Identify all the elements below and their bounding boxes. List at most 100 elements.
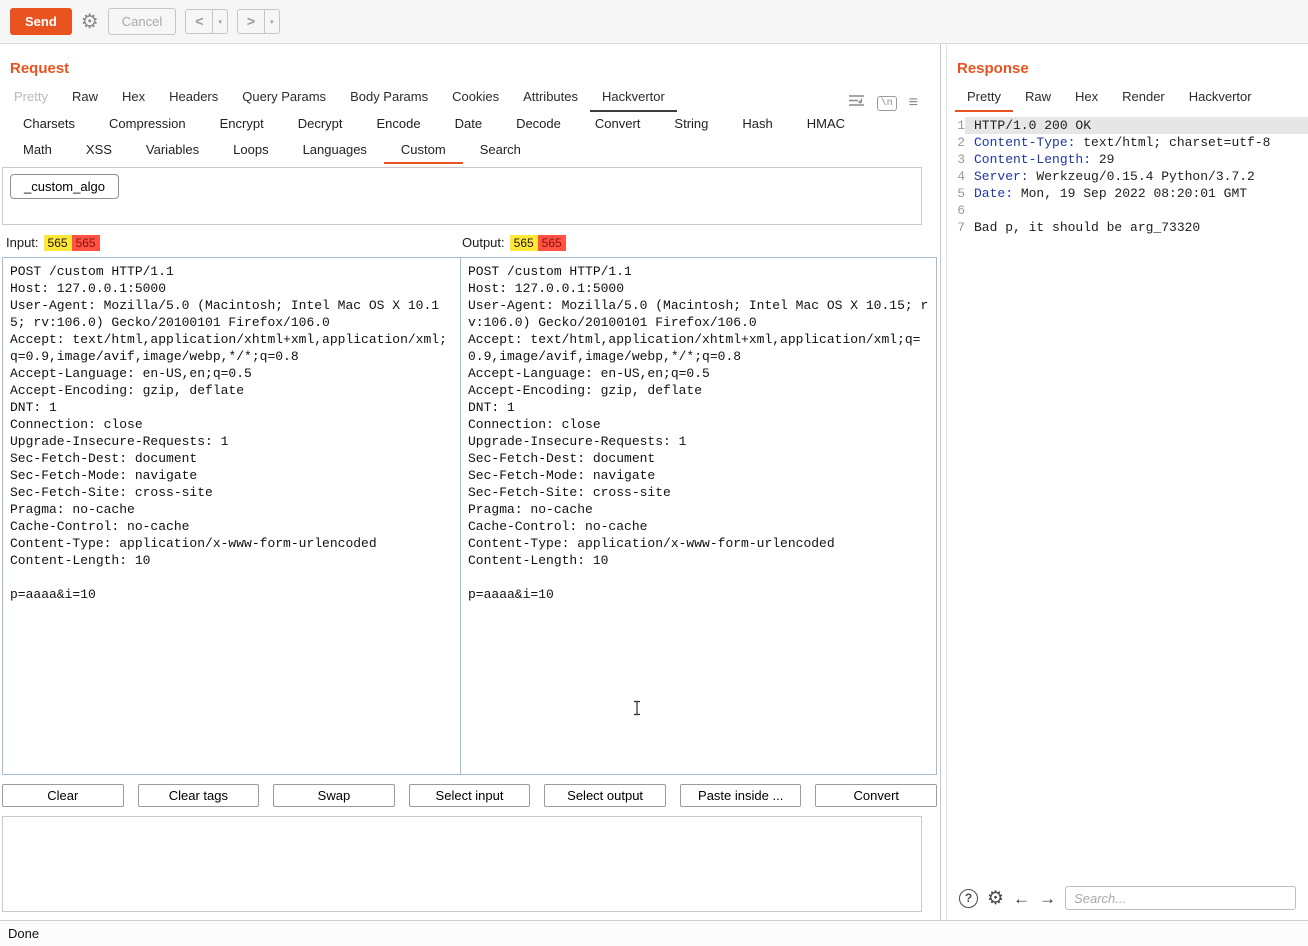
request-tab-attributes[interactable]: Attributes [511,85,590,112]
history-back-dropdown-icon[interactable]: ▾ [213,9,228,34]
hackvertor-input-editor[interactable]: POST /custom HTTP/1.1 Host: 127.0.0.1:50… [2,257,461,775]
response-tab-hackvertor[interactable]: Hackvertor [1177,85,1264,112]
hackvertor-output-editor[interactable]: POST /custom HTTP/1.1 Host: 127.0.0.1:50… [461,257,937,775]
history-forward-group: > ▾ [237,9,280,34]
count-badge-yellow: 565 [510,235,538,251]
response-line: 2Content-Type: text/html; charset=utf-8 [947,134,1308,151]
category-tab-encode[interactable]: Encode [360,112,438,138]
history-back-button[interactable]: < [185,9,213,34]
count-badge-yellow: 565 [44,235,72,251]
category-tab-custom[interactable]: Custom [384,138,463,164]
response-settings-gear-icon[interactable]: ⚙ [987,889,1004,908]
category-tab-loops[interactable]: Loops [216,138,285,164]
category-tab-math[interactable]: Math [6,138,69,164]
soft-wrap-icon[interactable] [848,94,865,112]
io-editors: POST /custom HTTP/1.1 Host: 127.0.0.1:50… [2,257,937,775]
custom-tags-panel: _custom_algo [2,167,922,225]
search-next-icon[interactable]: → [1039,890,1056,907]
input-label-group: Input: 565565 [6,235,462,250]
category-tab-decrypt[interactable]: Decrypt [281,112,360,138]
category-tab-hash[interactable]: Hash [725,112,789,138]
category-tab-charsets[interactable]: Charsets [6,112,92,138]
line-number: 7 [947,219,965,236]
response-line: 4Server: Werkzeug/0.15.4 Python/3.7.2 [947,168,1308,185]
line-number: 2 [947,134,965,151]
burp-repeater-window: Send ⚙ Cancel < ▾ > ▾ Request PrettyRawH… [0,0,1308,946]
category-tab-string[interactable]: String [657,112,725,138]
request-tab-raw[interactable]: Raw [60,85,110,112]
count-badge-red: 565 [538,235,566,251]
main-split: Request PrettyRawHexHeadersQuery ParamsB… [0,44,1308,920]
send-button[interactable]: Send [10,8,72,35]
request-tab-query-params[interactable]: Query Params [230,85,338,112]
text-cursor-pointer [632,700,642,721]
hackvertor-result-area[interactable] [2,816,922,912]
editor-menu-icon[interactable]: ≡ [909,94,918,112]
history-forward-dropdown-icon[interactable]: ▾ [265,9,280,34]
response-body[interactable]: 1HTTP/1.0 200 OK2Content-Type: text/html… [947,112,1308,878]
input-label: Input: [6,235,39,250]
request-tab-pretty[interactable]: Pretty [2,85,60,112]
response-tab-render[interactable]: Render [1110,85,1177,112]
header-value: text/html; charset=utf-8 [1075,135,1270,150]
response-tab-raw[interactable]: Raw [1013,85,1063,112]
category-tab-xss[interactable]: XSS [69,138,129,164]
response-tab-hex[interactable]: Hex [1063,85,1110,112]
cancel-button[interactable]: Cancel [108,8,176,35]
request-panel: Request PrettyRawHexHeadersQuery ParamsB… [0,44,941,920]
category-tab-decode[interactable]: Decode [499,112,578,138]
swap-button[interactable]: Swap [273,784,395,807]
search-prev-icon[interactable]: ← [1013,890,1030,907]
paste-inside-button[interactable]: Paste inside ... [680,784,802,807]
hackvertor-category-row-1: CharsetsCompressionEncryptDecryptEncodeD… [0,112,940,138]
request-tab-cookies[interactable]: Cookies [440,85,511,112]
category-tab-search[interactable]: Search [463,138,538,164]
response-search-input[interactable] [1065,886,1296,910]
select-input-button[interactable]: Select input [409,784,531,807]
status-bar: Done [0,920,1308,946]
output-label-group: Output: 565565 [462,235,918,250]
convert-button[interactable]: Convert [815,784,937,807]
category-tab-compression[interactable]: Compression [92,112,203,138]
status-text: Done [8,926,39,941]
clear-tags-button[interactable]: Clear tags [138,784,260,807]
header-value: Werkzeug/0.15.4 Python/3.7.2 [1029,169,1255,184]
category-tab-convert[interactable]: Convert [578,112,658,138]
line-content: Bad p, it should be arg_73320 [965,219,1308,236]
category-tab-variables[interactable]: Variables [129,138,216,164]
header-name: Content-Type: [974,135,1075,150]
response-line: 3Content-Length: 29 [947,151,1308,168]
response-line: 5Date: Mon, 19 Sep 2022 08:20:01 GMT [947,185,1308,202]
request-tab-body-params[interactable]: Body Params [338,85,440,112]
line-content [965,202,1308,219]
request-tab-headers[interactable]: Headers [157,85,230,112]
line-number: 1 [947,117,965,134]
line-content: Content-Type: text/html; charset=utf-8 [965,134,1308,151]
category-tab-date[interactable]: Date [438,112,499,138]
request-settings-gear-icon[interactable]: ⚙ [81,12,99,32]
request-tab-hackvertor[interactable]: Hackvertor [590,85,677,112]
select-output-button[interactable]: Select output [544,784,666,807]
category-tab-hmac[interactable]: HMAC [790,112,862,138]
response-title: Response [957,60,1308,77]
hackvertor-action-buttons: Clear Clear tags Swap Select input Select ou… [2,784,937,807]
header-name: Server: [974,169,1029,184]
line-number: 3 [947,151,965,168]
header-name: Date: [974,186,1013,201]
category-tab-encrypt[interactable]: Encrypt [203,112,281,138]
show-newlines-icon[interactable]: \n [877,96,897,111]
history-back-group: < ▾ [185,9,228,34]
request-tab-hex[interactable]: Hex [110,85,157,112]
help-icon[interactable]: ? [959,889,978,908]
response-search-bar: ? ⚙ ← → [947,878,1308,920]
input-count-badges: 565565 [44,235,100,250]
history-forward-button[interactable]: > [237,9,265,34]
clear-button[interactable]: Clear [2,784,124,807]
custom-tag-button[interactable]: _custom_algo [10,174,119,199]
line-content: Content-Length: 29 [965,151,1308,168]
count-badge-red: 565 [72,235,100,251]
response-tab-pretty[interactable]: Pretty [955,85,1013,112]
line-content: Server: Werkzeug/0.15.4 Python/3.7.2 [965,168,1308,185]
io-labels-row: Input: 565565 Output: 565565 [6,235,940,250]
category-tab-languages[interactable]: Languages [286,138,384,164]
